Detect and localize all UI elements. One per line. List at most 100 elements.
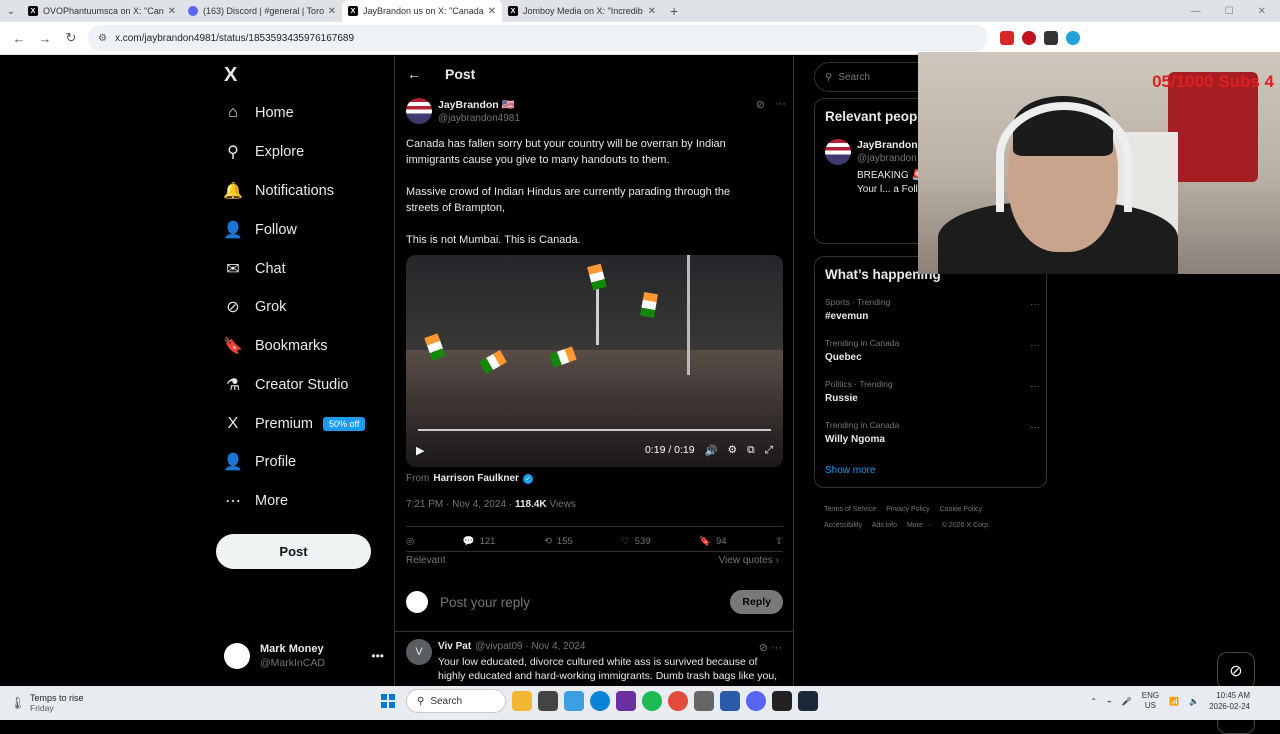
grok-icon[interactable]: ⊘	[756, 98, 765, 128]
minimize-icon[interactable]: —	[1191, 6, 1201, 17]
account-switcher[interactable]: Mark Money @MarkInCAD •••	[224, 638, 384, 674]
app-icon[interactable]	[564, 691, 584, 711]
more-dots-icon[interactable]: ···	[1030, 299, 1040, 310]
settings-icon[interactable]	[694, 691, 714, 711]
app-icon[interactable]	[720, 691, 740, 711]
sidebar-item-notifications[interactable]: 🔔 Notifications	[223, 175, 334, 207]
extension-icon[interactable]	[1066, 31, 1080, 45]
reload-icon[interactable]: ↻	[58, 30, 84, 46]
play-icon[interactable]: ▶	[416, 444, 424, 457]
chevron-up-icon[interactable]: ⌃	[1090, 697, 1097, 706]
more-dots-icon[interactable]: •••	[371, 649, 384, 663]
close-window-icon[interactable]: ✕	[1258, 6, 1266, 17]
author-handle[interactable]: @jaybrandon4981	[438, 113, 520, 124]
app-icon[interactable]	[512, 691, 532, 711]
sidebar-item-bookmarks[interactable]: 🔖 Bookmarks	[223, 330, 327, 362]
sort-relevant[interactable]: Relevant	[406, 555, 445, 566]
start-icon[interactable]	[376, 689, 400, 713]
footer-link[interactable]: Cookie Policy	[940, 506, 982, 513]
popout-icon[interactable]: ⧉	[747, 444, 755, 457]
extension-icon[interactable]	[1022, 31, 1036, 45]
trend-item[interactable]: Sports · Trending #evemun ···	[825, 297, 1040, 322]
reply-author-name[interactable]: Viv Pat	[438, 641, 471, 652]
extension-icon[interactable]	[1000, 31, 1014, 45]
trend-item[interactable]: Trending in Canada Quebec ···	[825, 338, 1040, 363]
grok-analyze-icon[interactable]: ◎	[406, 536, 414, 547]
back-arrow-icon[interactable]: ←	[407, 66, 421, 82]
grok-button[interactable]: ⊘	[1217, 652, 1255, 690]
trend-item[interactable]: Politics · Trending Russie ···	[825, 379, 1040, 404]
share-icon[interactable]: ⇪	[775, 536, 783, 547]
browser-tab[interactable]: (163) Discord | #general | Toron ✕	[182, 0, 342, 22]
address-bar[interactable]: ⚙ x.com/jaybrandon4981/status/1853593435…	[88, 25, 988, 51]
x-logo[interactable]: X	[224, 64, 237, 87]
like-button[interactable]: ♡ 539	[621, 536, 650, 547]
post-button[interactable]: Post	[216, 534, 371, 569]
author-name[interactable]: JayBrandon 🇺🇸	[438, 98, 520, 111]
clock[interactable]: 10:45 AM 2026-02-24	[1209, 690, 1250, 712]
footer-link[interactable]: Privacy Policy	[886, 506, 930, 513]
sidebar-item-more[interactable]: ⋯ More	[224, 485, 288, 517]
sidebar-item-creator-studio[interactable]: ⚗ Creator Studio	[224, 369, 349, 401]
sidebar-item-premium[interactable]: X Premium 50% off	[224, 408, 366, 440]
more-dots-icon[interactable]: ···	[1030, 422, 1040, 433]
spotify-icon[interactable]	[642, 691, 662, 711]
reply-submit-button[interactable]: Reply	[730, 590, 783, 614]
more-dots-icon[interactable]: ···	[771, 642, 782, 654]
repost-button[interactable]: ⟲ 155	[544, 536, 573, 547]
close-tab-icon[interactable]: ✕	[648, 6, 656, 17]
fullscreen-icon[interactable]: ⤢	[765, 444, 773, 457]
post-timestamp[interactable]: 7:21 PM · Nov 4, 2024 ·	[406, 499, 515, 510]
wifi-icon[interactable]: 📶	[1169, 697, 1179, 706]
site-info-icon[interactable]: ⚙	[98, 33, 107, 44]
maximize-icon[interactable]: ☐	[1225, 6, 1234, 17]
back-icon[interactable]: ←	[6, 31, 32, 46]
chrome-icon[interactable]	[668, 691, 688, 711]
more-dots-icon[interactable]: ···	[1030, 381, 1040, 392]
video-player[interactable]: ▶ 0:19 / 0:19 🔊 ⚙ ⧉ ⤢	[406, 255, 783, 467]
sidebar-item-grok[interactable]: ⊘ Grok	[224, 291, 286, 323]
browser-tab[interactable]: X Jomboy Media on X: "Incredib ✕	[502, 0, 662, 22]
taskbar-search[interactable]: ⚲ Search	[406, 689, 506, 713]
footer-link[interactable]: More ···	[907, 522, 932, 529]
app-icon[interactable]	[772, 691, 792, 711]
network-icon[interactable]: ⌁	[1107, 697, 1112, 706]
speaker-icon[interactable]: 🔈	[1189, 697, 1199, 706]
tab-search-icon[interactable]: ⌄	[0, 0, 22, 22]
app-icon[interactable]	[616, 691, 636, 711]
view-quotes-link[interactable]: View quotes ›	[719, 555, 779, 566]
browser-tab-active[interactable]: X JayBrandon us on X: "Canada h ✕	[342, 0, 502, 22]
close-tab-icon[interactable]: ✕	[328, 6, 336, 17]
weather-widget[interactable]: 🌡 Temps to rise Friday	[0, 693, 120, 713]
bookmark-button[interactable]: 🔖 94	[699, 536, 726, 547]
show-more-link[interactable]: Show more	[825, 465, 876, 476]
footer-link[interactable]: Terms of Service	[824, 506, 876, 513]
mic-icon[interactable]: 🎤	[1122, 697, 1132, 706]
close-tab-icon[interactable]: ✕	[488, 6, 496, 17]
settings-icon[interactable]: ⚙	[728, 444, 737, 456]
new-tab-button[interactable]: +	[662, 3, 686, 19]
sidebar-item-follow[interactable]: 👤 Follow	[223, 214, 297, 246]
avatar[interactable]: V	[406, 639, 432, 665]
sidebar-item-profile[interactable]: 👤 Profile	[223, 446, 296, 478]
trend-item[interactable]: Trending in Canada Willy Ngoma ···	[825, 420, 1040, 445]
sidebar-item-chat[interactable]: ✉ Chat	[224, 253, 285, 285]
volume-icon[interactable]: 🔊	[705, 444, 718, 457]
more-dots-icon[interactable]: ···	[775, 98, 786, 128]
avatar[interactable]	[406, 98, 432, 124]
edge-icon[interactable]	[590, 691, 610, 711]
source-name[interactable]: Harrison Faulkner	[433, 473, 519, 484]
more-dots-icon[interactable]: ···	[1030, 340, 1040, 351]
app-icon[interactable]	[538, 691, 558, 711]
footer-link[interactable]: Accessibility	[824, 522, 862, 529]
extension-icon[interactable]	[1044, 31, 1058, 45]
discord-icon[interactable]	[746, 691, 766, 711]
sidebar-item-home[interactable]: ⌂ Home	[224, 97, 294, 129]
close-tab-icon[interactable]: ✕	[168, 6, 176, 17]
forward-icon[interactable]: →	[32, 31, 58, 46]
reply-button[interactable]: 💬 121	[463, 536, 496, 547]
reply-input[interactable]: Post your reply	[440, 595, 530, 610]
browser-tab[interactable]: X OVOPhantuumsca on X: "Can't ✕	[22, 0, 182, 22]
language-indicator[interactable]: ENG US	[1142, 691, 1159, 711]
video-progress-bar[interactable]	[418, 429, 771, 431]
